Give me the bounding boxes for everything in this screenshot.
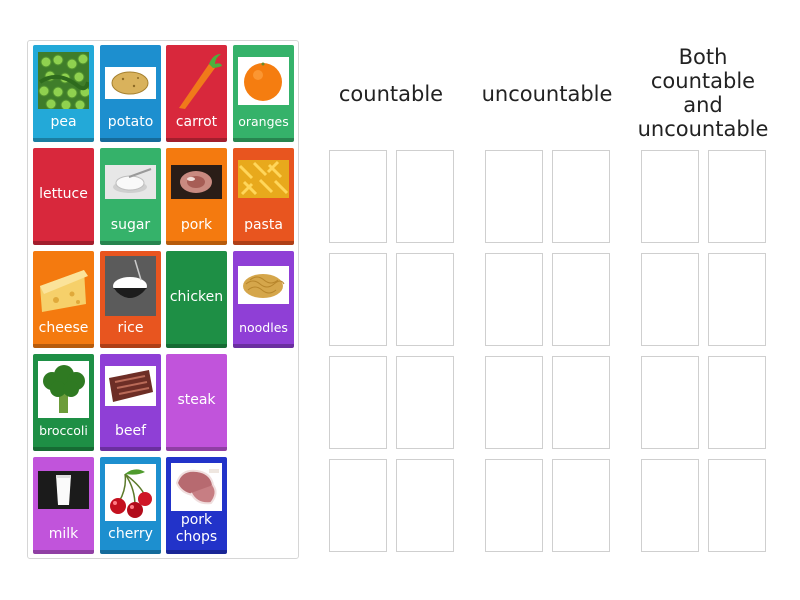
column-heading-both: Both countable and uncountable — [637, 45, 769, 141]
card-label: pasta — [244, 217, 283, 233]
card-pork[interactable]: pork — [166, 148, 227, 245]
drop-slot-countable[interactable] — [329, 253, 387, 346]
card-label: beef — [114, 423, 147, 439]
card-label: oranges — [238, 114, 289, 129]
drop-slot-both[interactable] — [708, 150, 766, 243]
card-tray: pea potato carrot oranges lettuce sugar … — [27, 40, 299, 559]
drop-slot-uncountable[interactable] — [552, 253, 610, 346]
pasta-icon — [238, 160, 289, 198]
drop-slot-uncountable[interactable] — [485, 356, 543, 449]
card-pea[interactable]: pea — [33, 45, 94, 142]
card-label: milk — [48, 526, 79, 542]
card-label: sugar — [110, 217, 151, 233]
orange-icon — [238, 57, 289, 105]
card-rice[interactable]: rice — [100, 251, 161, 348]
drop-slot-countable[interactable] — [396, 356, 454, 449]
cherry-icon — [105, 464, 156, 521]
card-label: pea — [50, 114, 77, 130]
milk-glass-icon — [38, 471, 89, 509]
card-pasta[interactable]: pasta — [233, 148, 294, 245]
potato-icon — [105, 67, 156, 99]
drop-slot-uncountable[interactable] — [552, 356, 610, 449]
card-lettuce[interactable]: lettuce — [33, 148, 94, 245]
pork-chops-icon — [171, 463, 222, 511]
sugar-bowl-icon — [105, 165, 156, 199]
drop-slot-uncountable[interactable] — [485, 150, 543, 243]
card-milk[interactable]: milk — [33, 457, 94, 554]
card-broccoli[interactable]: broccoli — [33, 354, 94, 451]
drop-slot-countable[interactable] — [329, 459, 387, 552]
card-label: pork — [180, 217, 213, 233]
card-label: steak — [177, 391, 216, 408]
card-steak[interactable]: steak — [166, 354, 227, 451]
cheese-icon — [38, 258, 89, 315]
noodles-icon — [238, 266, 289, 304]
card-cherry[interactable]: cherry — [100, 457, 161, 554]
drop-slot-both[interactable] — [708, 459, 766, 552]
beef-icon — [105, 366, 156, 406]
pork-icon — [171, 165, 222, 199]
broccoli-icon — [38, 361, 89, 418]
card-label: cheese — [38, 320, 89, 336]
card-oranges[interactable]: oranges — [233, 45, 294, 142]
drop-slot-uncountable[interactable] — [552, 150, 610, 243]
drop-slot-uncountable[interactable] — [485, 253, 543, 346]
card-chicken[interactable]: chicken — [166, 251, 227, 348]
card-pork-chops[interactable]: pork chops — [166, 457, 227, 554]
drop-slot-both[interactable] — [641, 356, 699, 449]
card-label: broccoli — [39, 423, 88, 438]
card-label: potato — [107, 114, 154, 130]
carrot-icon — [171, 52, 222, 109]
card-label: chicken — [169, 288, 224, 305]
card-label: carrot — [175, 114, 218, 130]
drop-slot-both[interactable] — [641, 253, 699, 346]
card-carrot[interactable]: carrot — [166, 45, 227, 142]
column-heading-uncountable: uncountable — [481, 82, 613, 106]
drop-slot-countable[interactable] — [396, 459, 454, 552]
drop-slot-both[interactable] — [641, 150, 699, 243]
card-label: noodles — [239, 320, 288, 335]
drop-slot-both[interactable] — [708, 356, 766, 449]
drop-slot-countable[interactable] — [329, 356, 387, 449]
drop-slot-both[interactable] — [708, 253, 766, 346]
card-label: lettuce — [39, 185, 88, 202]
drop-slot-countable[interactable] — [396, 150, 454, 243]
peas-icon — [38, 52, 89, 109]
drop-slot-uncountable[interactable] — [485, 459, 543, 552]
card-sugar[interactable]: sugar — [100, 148, 161, 245]
card-beef[interactable]: beef — [100, 354, 161, 451]
card-label: pork chops — [175, 512, 218, 545]
card-potato[interactable]: potato — [100, 45, 161, 142]
card-noodles[interactable]: noodles — [233, 251, 294, 348]
drop-slot-both[interactable] — [641, 459, 699, 552]
card-cheese[interactable]: cheese — [33, 251, 94, 348]
card-label: rice — [117, 320, 144, 336]
card-label: cherry — [108, 526, 153, 542]
drop-slot-countable[interactable] — [329, 150, 387, 243]
drop-slot-countable[interactable] — [396, 253, 454, 346]
rice-bowl-icon — [105, 256, 156, 316]
column-heading-countable: countable — [338, 82, 444, 106]
drop-slot-uncountable[interactable] — [552, 459, 610, 552]
